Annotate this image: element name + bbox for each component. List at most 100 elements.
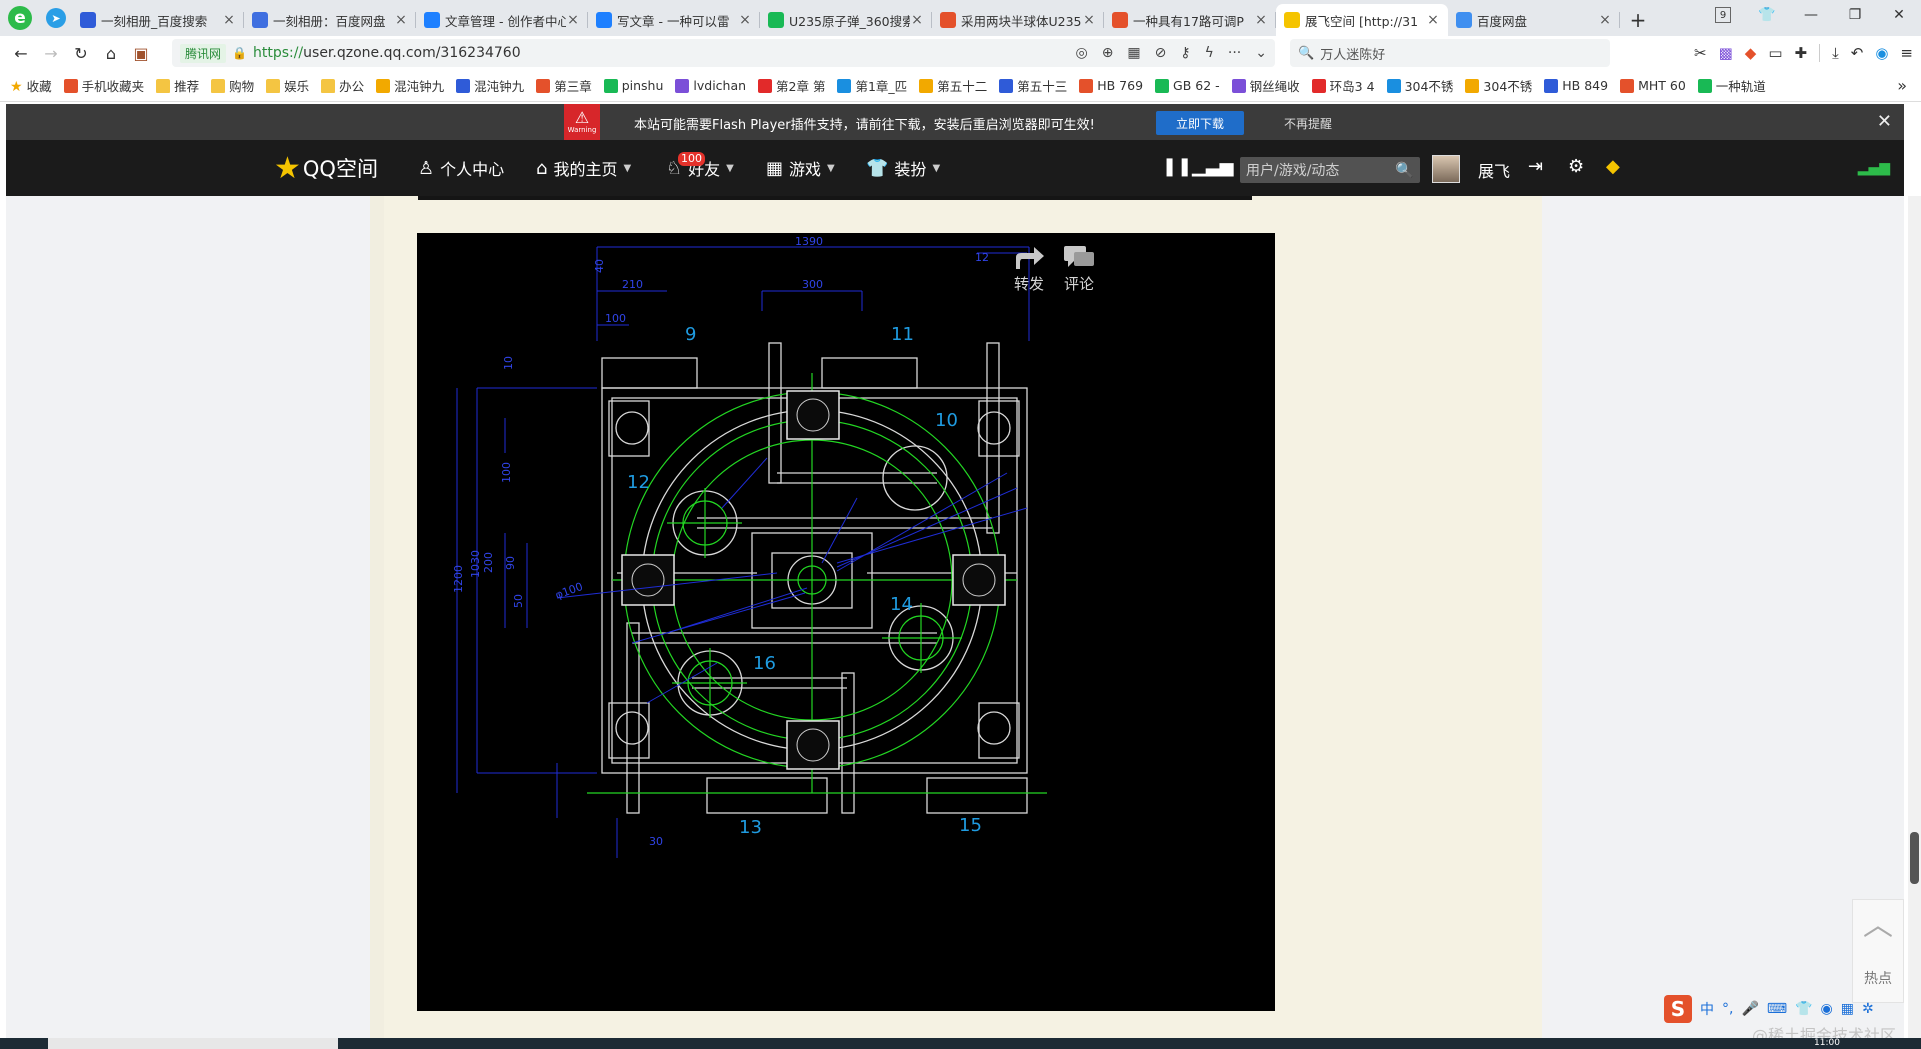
bookmark-item[interactable]: lvdichan — [675, 78, 746, 93]
back-to-top-button[interactable]: ︿ 热点 — [1852, 899, 1904, 1003]
sogou-logo-icon[interactable]: S — [1664, 995, 1692, 1023]
game-icon[interactable]: ◆ — [1745, 44, 1757, 62]
qzone-search-input[interactable]: 用户/游戏/动态 🔍 — [1240, 157, 1420, 183]
diamond-icon[interactable]: ◆ — [1606, 156, 1620, 177]
translate-icon[interactable]: ▦ — [1127, 45, 1140, 61]
tab-0[interactable]: 一刻相册_百度搜索 × — [72, 4, 244, 36]
close-tab-icon[interactable]: × — [1254, 12, 1268, 28]
close-tab-icon[interactable]: × — [394, 12, 408, 28]
avatar[interactable] — [1432, 155, 1460, 183]
bookmark-item[interactable]: HB 769 — [1079, 78, 1143, 93]
bookmark-item[interactable]: 第五十三 — [999, 76, 1067, 95]
skin-icon[interactable]: 👕 — [1745, 0, 1789, 30]
menu-icon[interactable]: ≡ — [1900, 44, 1913, 62]
edge-icon[interactable]: ◉ — [1875, 44, 1888, 62]
tab-3[interactable]: 写文章 - 一种可以雷 × — [588, 4, 760, 36]
nav-personal-center[interactable]: ♙ 个人中心 — [418, 140, 504, 196]
toolbox-icon[interactable]: ▦ — [1841, 1001, 1854, 1017]
search-icon[interactable]: 🔍 — [1395, 161, 1414, 179]
zoom-icon[interactable]: ⊕ — [1102, 45, 1114, 61]
translate-app-icon[interactable]: ▩ — [1719, 44, 1733, 62]
bookmark-item[interactable]: 304不锈 — [1386, 76, 1453, 95]
scissors-icon[interactable]: ✂ — [1694, 44, 1707, 62]
close-tab-icon[interactable]: × — [738, 12, 752, 28]
cad-image[interactable]: 9 11 10 12 14 16 13 15 1390 210 300 100 40 1200 1030 20… — [417, 233, 1275, 1011]
home-button[interactable]: ⌂ — [96, 38, 126, 68]
tab-4[interactable]: U235原子弹_360搜索 × — [760, 4, 932, 36]
forward-button[interactable]: → — [36, 38, 66, 68]
bookmarks-more-button[interactable]: » — [1897, 76, 1907, 95]
logout-icon[interactable]: ⇥ — [1528, 156, 1543, 177]
minimize-button[interactable]: — — [1789, 0, 1833, 30]
gamepad-icon[interactable]: ◉ — [1821, 1001, 1833, 1017]
more-icon[interactable]: ··· — [1228, 45, 1241, 61]
bookmark-item[interactable]: 混沌钟九 — [376, 76, 444, 95]
bookmark-item[interactable]: MHT 60 — [1620, 78, 1686, 93]
chart-bars-icon[interactable]: ▁▃▅ — [1192, 156, 1234, 177]
close-tab-icon[interactable]: × — [222, 12, 236, 28]
telegram-icon[interactable]: ➤ — [40, 0, 72, 36]
bookmark-item[interactable]: 第五十二 — [919, 76, 987, 95]
qzone-logo[interactable]: ★ QQ空间 — [274, 140, 378, 196]
dismiss-notice-link[interactable]: 不再提醒 — [1284, 115, 1332, 132]
close-tab-icon[interactable]: × — [910, 12, 924, 28]
nav-friends[interactable]: ♘ 100 好友 ▼ — [666, 140, 734, 196]
close-tab-icon[interactable]: × — [1082, 12, 1096, 28]
close-window-button[interactable]: ✕ — [1877, 0, 1921, 30]
bookmark-item[interactable]: 第2章 第 — [758, 76, 825, 95]
tab-7[interactable]: 展飞空间 [http://31 × — [1276, 4, 1448, 36]
bookmark-item[interactable]: 混沌钟九 — [456, 76, 524, 95]
block-ads-icon[interactable]: ⊘ — [1155, 45, 1167, 61]
scrollbar-track[interactable] — [1908, 196, 1921, 1038]
bookmark-item[interactable]: 办公 — [321, 76, 364, 95]
nav-dress[interactable]: 👕 装扮 ▼ — [866, 140, 940, 196]
bookmark-item[interactable]: HB 849 — [1544, 78, 1608, 93]
nav-my-home[interactable]: ⌂ 我的主页 ▼ — [536, 140, 631, 196]
bookmark-item[interactable]: 钢丝绳收 — [1231, 76, 1300, 95]
close-tab-icon[interactable]: × — [1598, 12, 1612, 28]
forward-action[interactable]: 转发 — [1012, 243, 1046, 294]
restore-button[interactable]: ❐ — [1833, 0, 1877, 30]
compat-mode-icon[interactable]: ◎ — [1075, 45, 1087, 61]
briefcase-icon[interactable]: ▣ — [126, 38, 156, 68]
key-icon[interactable]: ⚷ — [1180, 45, 1190, 61]
extensions-icon[interactable]: ✚ — [1795, 44, 1808, 62]
bookmark-item[interactable]: 购物 — [211, 76, 254, 95]
bookmark-item[interactable]: 环岛3 4 — [1311, 76, 1375, 95]
close-tab-icon[interactable]: × — [566, 12, 580, 28]
bookmark-item[interactable]: 304不锈 — [1465, 76, 1532, 95]
reload-button[interactable]: ↻ — [66, 38, 96, 68]
bookmark-item[interactable]: 娱乐 — [266, 76, 309, 95]
close-notice-button[interactable]: ✕ — [1877, 111, 1892, 132]
lightning-icon[interactable]: ϟ — [1205, 45, 1214, 61]
bookmark-item[interactable]: GB 62 - — [1155, 78, 1220, 93]
undo-icon[interactable]: ↶ — [1851, 44, 1864, 62]
punctuation-icon[interactable]: °, — [1722, 1001, 1733, 1017]
keyboard-icon[interactable]: ⌨ — [1767, 1001, 1787, 1017]
settings-icon[interactable]: ✲ — [1862, 1001, 1874, 1017]
tab-8[interactable]: 百度网盘 × — [1448, 4, 1620, 36]
chevron-down-icon[interactable]: ⌄ — [1255, 45, 1267, 61]
skin-icon[interactable]: 👕 — [1795, 1001, 1812, 1017]
ime-lang-toggle[interactable]: 中 — [1700, 999, 1714, 1019]
download-flash-button[interactable]: 立即下载 — [1156, 111, 1244, 135]
pause-icon[interactable]: ❚❚ — [1162, 156, 1192, 177]
window-icon[interactable]: ▭ — [1768, 44, 1782, 62]
gear-icon[interactable]: ⚙ — [1568, 156, 1584, 177]
bookmark-item[interactable]: pinshu — [603, 78, 663, 93]
browser-logo-icon[interactable]: e — [0, 0, 40, 36]
bookmark-item[interactable]: ★ 收藏 — [10, 76, 52, 95]
comment-action[interactable]: 评论 — [1062, 243, 1096, 294]
new-tab-button[interactable]: + — [1620, 4, 1656, 36]
microphone-icon[interactable]: 🎤 — [1741, 1001, 1758, 1017]
url-field[interactable]: 腾讯网 🔒 https:// user.qzone.qq.com/3162347… — [172, 39, 1275, 67]
tab-1[interactable]: 一刻相册：百度网盘 × — [244, 4, 416, 36]
bookmark-item[interactable]: 第三章 — [536, 76, 592, 95]
nav-games[interactable]: ▦ 游戏 ▼ — [766, 140, 835, 196]
bookmark-item[interactable]: 手机收藏夹 — [63, 76, 144, 95]
tab-6[interactable]: 一种具有17路可调P × — [1104, 4, 1276, 36]
bookmark-item[interactable]: 推荐 — [156, 76, 199, 95]
bookmark-item[interactable]: 一种轨道 — [1697, 76, 1766, 95]
tab-count-button[interactable]: 9 — [1701, 0, 1745, 30]
taskbar-app[interactable] — [48, 1038, 338, 1049]
